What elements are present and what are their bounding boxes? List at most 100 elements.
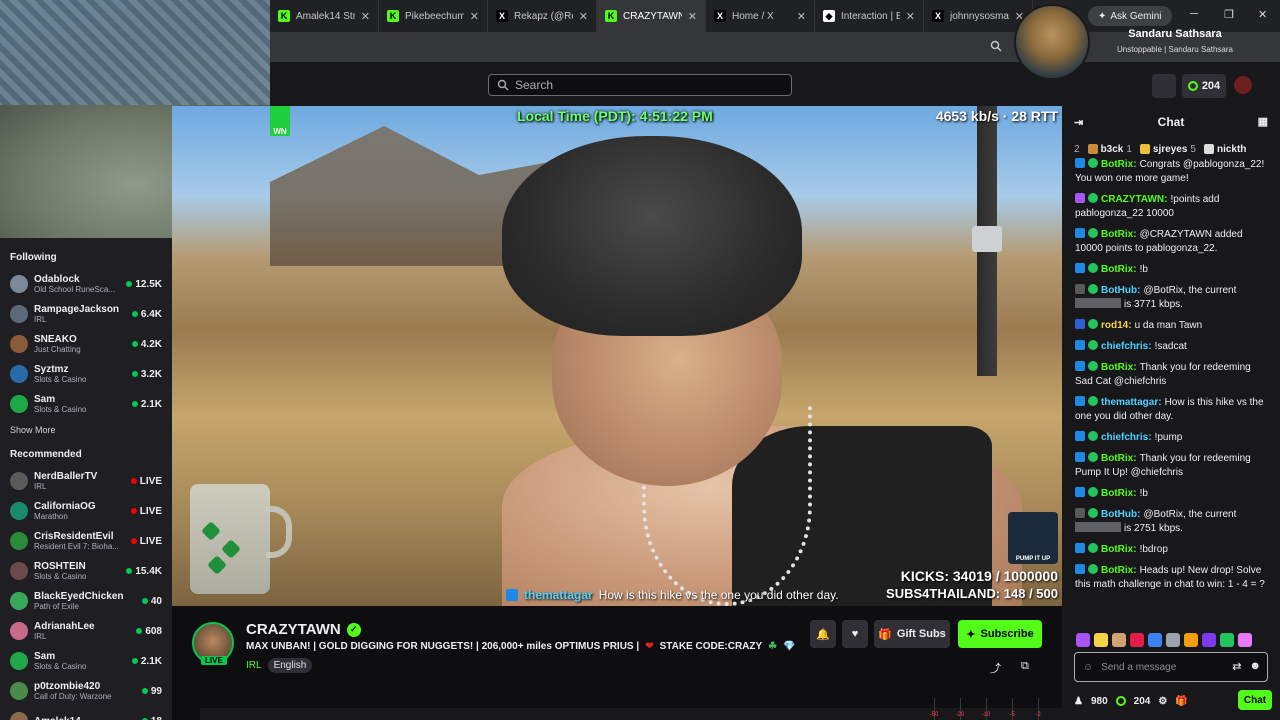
tab-close-icon[interactable]: ✕ <box>797 10 806 23</box>
streamer-overlay-avatar <box>1014 4 1090 80</box>
browser-tab[interactable]: K Amalek14 Str ✕ <box>270 0 379 32</box>
category-link[interactable]: IRL <box>246 660 262 671</box>
viewer-count-value: 608 <box>145 625 162 637</box>
tab-close-icon[interactable]: ✕ <box>906 10 915 23</box>
chat-username[interactable]: BotHub: <box>1101 285 1140 296</box>
chat-username[interactable]: BotRix: <box>1101 362 1137 373</box>
sidebar-channel-item[interactable]: CrisResidentEvil Resident Evil 7: Bioha..… <box>10 526 162 556</box>
meter-label: -50 <box>929 712 939 718</box>
sidebar-channel-item[interactable]: AdrianahLee IRL 608 <box>10 616 162 646</box>
address-search-icon[interactable] <box>990 40 1002 52</box>
chat-username[interactable]: BotRix: <box>1101 544 1137 555</box>
minimize-window-icon[interactable]: ─ <box>1190 8 1198 20</box>
browser-tab[interactable]: X Rekapz (@Rek ✕ <box>488 0 597 32</box>
sidebar-channel-item[interactable]: Syztmz Slots & Casino 3.2K <box>10 359 162 389</box>
clip-icon[interactable]: ⧉ <box>1021 660 1029 676</box>
follow-button[interactable]: ♥ <box>842 620 868 648</box>
emote-icon[interactable] <box>1238 633 1252 647</box>
emote-icon[interactable] <box>1148 633 1162 647</box>
share-icon[interactable]: ⤴ <box>990 660 1001 676</box>
chat-username[interactable]: BotRix: <box>1101 229 1137 240</box>
chat-users-icon[interactable]: ▦ <box>1258 115 1268 128</box>
smiley-icon[interactable]: ☻ <box>1249 660 1261 673</box>
sidebar-channel-item[interactable]: BlackEyedChicken Path of Exile 40 <box>10 586 162 616</box>
leaderboard-user[interactable]: nickth <box>1203 144 1246 155</box>
chat-message-text: !pump <box>1154 432 1183 443</box>
close-window-icon[interactable]: ✕ <box>1258 8 1267 21</box>
translate-icon[interactable]: ⇄ <box>1232 660 1241 673</box>
sidebar-channel-item[interactable]: Sam Slots & Casino 2.1K <box>10 389 162 419</box>
tab-close-icon[interactable]: ✕ <box>579 10 588 23</box>
user-badge-icon <box>1075 396 1085 406</box>
emote-icon[interactable] <box>1094 633 1108 647</box>
emoji-icon[interactable]: ☺ <box>1083 662 1093 673</box>
gift-subs-button[interactable]: 🎁 Gift Subs <box>874 620 950 648</box>
chat-input[interactable]: ☺ Send a message ⇄ ☻ <box>1074 652 1268 682</box>
library-icon[interactable] <box>1152 74 1176 98</box>
chat-footer: ♟ 980 204 ⚙ 🎁 Chat <box>1074 690 1276 712</box>
video-player[interactable]: WN Local Time (PDT): 4:51:22 PM 4653 kb/… <box>172 106 1062 606</box>
show-more-link[interactable]: Show More <box>10 425 162 435</box>
emote-icon[interactable] <box>1076 633 1090 647</box>
maximize-window-icon[interactable]: ❐ <box>1224 8 1234 21</box>
viewer-count-value: LIVE <box>139 475 162 487</box>
emote-icon[interactable] <box>1166 633 1180 647</box>
sidebar-channel-item[interactable]: SNEAKO Just Chatting 4.2K <box>10 329 162 359</box>
chat-username[interactable]: rod14: <box>1101 320 1132 331</box>
chat-username[interactable]: BotRix: <box>1101 453 1137 464</box>
leaderboard-user[interactable]: b3ck 1 <box>1087 144 1132 155</box>
chat-message-text: !bdrop <box>1139 544 1168 555</box>
chat-username[interactable]: BotHub: <box>1101 509 1140 520</box>
sidebar-channel-item[interactable]: CaliforniaOG Marathon LIVE <box>10 496 162 526</box>
sidebar-channel-name: Amalek14 <box>34 716 142 720</box>
channel-name[interactable]: CRAZYTAWN <box>246 621 341 638</box>
chat-username[interactable]: themattagar: <box>1101 397 1162 408</box>
tab-close-icon[interactable]: ✕ <box>688 10 697 23</box>
viewer-count-value: 12.5K <box>135 278 162 290</box>
viewer-count-value: 18 <box>151 716 162 720</box>
points-button[interactable]: 204 <box>1182 74 1226 98</box>
sidebar-channel-category: Slots & Casino <box>34 375 87 384</box>
browser-tab[interactable]: ◆ Interaction | B ✕ <box>815 0 924 32</box>
chat-username[interactable]: BotRix: <box>1101 264 1137 275</box>
emote-icon[interactable] <box>1184 633 1198 647</box>
emote-icon[interactable] <box>1202 633 1216 647</box>
verified-icon: ✓ <box>346 622 361 637</box>
chat-input-actions: ⇄ ☻ <box>1232 660 1261 673</box>
browser-tab[interactable]: K CRAZYTAWN ✕ <box>597 0 706 32</box>
chat-username[interactable]: BotRix: <box>1101 159 1137 170</box>
chat-username[interactable]: BotRix: <box>1101 565 1137 576</box>
sidebar-channel-item[interactable]: p0tzombie420 Call of Duty: Warzone 99 <box>10 676 162 706</box>
search-input[interactable]: Search <box>488 74 792 96</box>
settings-icon[interactable]: ⚙ <box>1158 696 1167 707</box>
subscribe-button[interactable]: ✦ Subscribe <box>958 620 1042 648</box>
leaderboard-user[interactable]: sjreyes 5 <box>1139 144 1196 155</box>
sidebar-channel-item[interactable]: Sam Slots & Casino 2.1K <box>10 646 162 676</box>
user-avatar[interactable] <box>1234 76 1252 94</box>
emote-icon[interactable] <box>1112 633 1126 647</box>
emote-icon[interactable] <box>1220 633 1234 647</box>
ask-gemini-button[interactable]: ✦ Ask Gemini <box>1088 6 1172 26</box>
browser-tab[interactable]: K Pikebeechum ✕ <box>379 0 488 32</box>
chat-send-button[interactable]: Chat <box>1238 690 1272 710</box>
tab-close-icon[interactable]: ✕ <box>361 10 370 23</box>
collapse-chat-icon[interactable]: ⇥ <box>1074 116 1083 129</box>
sidebar-channel-item[interactable]: NerdBallerTV IRL LIVE <box>10 466 162 496</box>
chat-message-text: @BotRix, the current <box>1143 509 1237 520</box>
tab-close-icon[interactable]: ✕ <box>470 10 479 23</box>
chat-username[interactable]: BotRix: <box>1101 488 1137 499</box>
sidebar-channel-item[interactable]: Amalek14 18 <box>10 706 162 720</box>
emote-icon[interactable] <box>1130 633 1144 647</box>
language-tag[interactable]: English <box>267 658 313 673</box>
sidebar-channel-item[interactable]: Odablock Old School RuneSca... 12.5K <box>10 269 162 299</box>
sidebar-channel-item[interactable]: RampageJackson IRL 6.4K <box>10 299 162 329</box>
video-pole-clamp <box>972 226 1002 252</box>
browser-tab[interactable]: X Home / X ✕ <box>706 0 815 32</box>
sidebar-channel-item[interactable]: ROSHTEIN Slots & Casino 15.4K <box>10 556 162 586</box>
live-dot-icon <box>131 311 138 317</box>
chat-username[interactable]: chiefchris: <box>1101 432 1152 443</box>
chat-username[interactable]: chiefchris: <box>1101 341 1152 352</box>
notification-bell-button[interactable]: 🔔 <box>810 620 836 648</box>
chat-username[interactable]: CRAZYTAWN: <box>1101 194 1167 205</box>
gift-icon[interactable]: 🎁 <box>1175 696 1187 707</box>
